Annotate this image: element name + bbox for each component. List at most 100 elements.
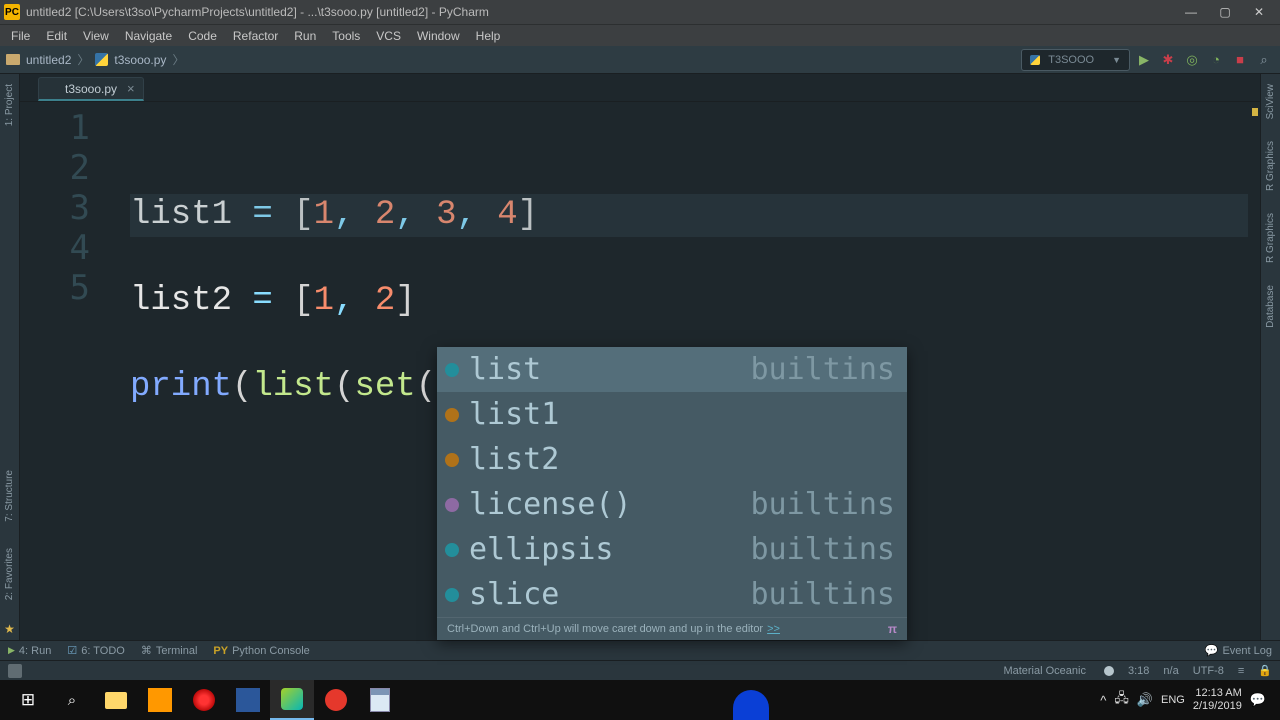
- window-title: untitled2 [C:\Users\t3so\PycharmProjects…: [26, 5, 1174, 19]
- completion-item[interactable]: ellipsis builtins: [437, 527, 907, 572]
- right-tool-strip: SciView R Graphics R Graphics Database: [1260, 74, 1280, 640]
- app-icon: PC: [4, 4, 20, 20]
- function-icon: [445, 498, 459, 512]
- taskbar-sublime[interactable]: [138, 680, 182, 720]
- line-number: 3: [20, 188, 90, 228]
- close-tab-icon[interactable]: ×: [127, 81, 135, 96]
- menu-edit[interactable]: Edit: [39, 27, 74, 45]
- warning-mark[interactable]: [1252, 108, 1258, 116]
- pi-icon[interactable]: π: [888, 622, 897, 636]
- system-tray[interactable]: ^ 🖧 🔊 ENG 12:13 AM 2/19/2019 💬: [1100, 687, 1274, 713]
- completion-item[interactable]: license() builtins: [437, 482, 907, 527]
- search-everywhere-button[interactable]: ⌕: [1254, 50, 1274, 70]
- taskbar-opera[interactable]: [182, 680, 226, 720]
- status-theme[interactable]: Material Oceanic: [1003, 665, 1086, 677]
- class-icon: [445, 588, 459, 602]
- breadcrumb-project[interactable]: untitled2: [26, 53, 71, 67]
- status-caret-pos[interactable]: 3:18: [1128, 665, 1149, 677]
- hint-link[interactable]: >>: [767, 623, 780, 635]
- status-encoding[interactable]: UTF-8: [1193, 665, 1224, 677]
- tray-chevron-icon[interactable]: ^: [1100, 693, 1106, 708]
- tool-project[interactable]: 1: Project: [4, 80, 15, 130]
- python-icon: [1030, 55, 1040, 65]
- breadcrumb-file[interactable]: t3sooo.py: [114, 53, 166, 67]
- tray-clock[interactable]: 12:13 AM 2/19/2019: [1193, 687, 1242, 713]
- window-titlebar: PC untitled2 [C:\Users\t3so\PycharmProje…: [0, 0, 1280, 24]
- line-number: 5: [20, 268, 90, 308]
- stop-button[interactable]: ■: [1230, 50, 1250, 70]
- taskbar-word[interactable]: [226, 680, 270, 720]
- taskbar-recorder[interactable]: [314, 680, 358, 720]
- tray-notifications-icon[interactable]: 💬: [1250, 692, 1266, 708]
- tool-database[interactable]: Database: [1265, 281, 1276, 332]
- taskbar-file-explorer[interactable]: [94, 680, 138, 720]
- autocomplete-popup[interactable]: list builtins list1 list2 license() buil…: [437, 347, 907, 640]
- menu-window[interactable]: Window: [410, 27, 467, 45]
- tray-language[interactable]: ENG: [1161, 694, 1185, 706]
- minimize-button[interactable]: —: [1174, 0, 1208, 24]
- taskbar-pycharm[interactable]: [270, 680, 314, 720]
- readonly-lock-icon[interactable]: 🔒: [1258, 664, 1272, 677]
- variable-icon: [445, 453, 459, 467]
- tool-structure[interactable]: 7: Structure: [4, 466, 15, 526]
- tool-windows-icon[interactable]: [8, 664, 22, 678]
- tool-sciview[interactable]: SciView: [1265, 80, 1276, 123]
- breadcrumb: untitled2 〉 t3sooo.py 〉: [6, 51, 184, 68]
- profile-button[interactable]: ◔: [1206, 50, 1226, 70]
- line-number: 2: [20, 148, 90, 188]
- menu-code[interactable]: Code: [181, 27, 224, 45]
- error-stripe[interactable]: [1248, 102, 1260, 640]
- editor-tabs: t3sooo.py ×: [20, 74, 1260, 102]
- tool-rgraphics2[interactable]: R Graphics: [1265, 209, 1276, 267]
- completion-item[interactable]: list1: [437, 392, 907, 437]
- star-icon: ★: [4, 622, 15, 636]
- line-gutter: 1 2 3 4 5: [20, 102, 130, 640]
- line-number: 4: [20, 228, 90, 268]
- chevron-down-icon: ▼: [1112, 55, 1121, 65]
- search-button[interactable]: ⌕: [50, 680, 94, 720]
- completion-item[interactable]: slice builtins: [437, 572, 907, 617]
- taskbar-notepad[interactable]: [358, 680, 402, 720]
- menu-tools[interactable]: Tools: [325, 27, 367, 45]
- tool-run[interactable]: ▶4: Run: [8, 645, 51, 657]
- menu-run[interactable]: Run: [287, 27, 323, 45]
- menu-navigate[interactable]: Navigate: [118, 27, 179, 45]
- line-number: 1: [20, 108, 90, 148]
- python-file-icon: [47, 83, 59, 95]
- tool-favorites[interactable]: 2: Favorites: [4, 544, 15, 604]
- tray-network-icon[interactable]: 🖧: [1114, 689, 1129, 711]
- nav-toolbar: untitled2 〉 t3sooo.py 〉 T3SOOO ▼ ▶ ✱ ◎ ◔…: [0, 46, 1280, 74]
- menu-vcs[interactable]: VCS: [369, 27, 408, 45]
- debug-button[interactable]: ✱: [1158, 50, 1178, 70]
- code-editor[interactable]: 1 2 3 4 5 list1 = [1, 2, 3, 4] list2 = […: [20, 102, 1260, 640]
- status-context: n/a: [1163, 665, 1178, 677]
- menu-view[interactable]: View: [76, 27, 116, 45]
- tool-python-console[interactable]: PYPython Console: [213, 645, 309, 657]
- menu-bar: File Edit View Navigate Code Refactor Ru…: [0, 24, 1280, 46]
- maximize-button[interactable]: ▢: [1208, 0, 1242, 24]
- completion-item[interactable]: list2: [437, 437, 907, 482]
- tool-rgraphics[interactable]: R Graphics: [1265, 137, 1276, 195]
- menu-file[interactable]: File: [4, 27, 37, 45]
- completion-item[interactable]: list builtins: [437, 347, 907, 392]
- event-log-button[interactable]: 💬Event Log: [1205, 644, 1272, 657]
- tray-volume-icon[interactable]: 🔊: [1137, 692, 1153, 708]
- status-bar: Material Oceanic 3:18 n/a UTF-8 ≡ 🔒: [0, 660, 1280, 680]
- theme-dot-icon: [1104, 666, 1114, 676]
- start-button[interactable]: ⊞: [6, 680, 50, 720]
- menu-refactor[interactable]: Refactor: [226, 27, 285, 45]
- editor-tab-active[interactable]: t3sooo.py ×: [38, 77, 144, 101]
- cursor-blob: [729, 680, 773, 720]
- tool-terminal[interactable]: ⌘Terminal: [141, 644, 198, 657]
- tool-todo[interactable]: ☑6: TODO: [67, 644, 124, 657]
- windows-taskbar: ⊞ ⌕ ^ 🖧 🔊 ENG 12:13 AM 2/19/2019 💬: [0, 680, 1280, 720]
- class-icon: [445, 543, 459, 557]
- run-button[interactable]: ▶: [1134, 50, 1154, 70]
- bottom-toolbar: ▶4: Run ☑6: TODO ⌘Terminal PYPython Cons…: [0, 640, 1280, 660]
- class-icon: [445, 363, 459, 377]
- run-config-name: T3SOOO: [1048, 54, 1094, 66]
- close-button[interactable]: ✕: [1242, 0, 1276, 24]
- coverage-button[interactable]: ◎: [1182, 50, 1202, 70]
- run-config-dropdown[interactable]: T3SOOO ▼: [1021, 49, 1130, 71]
- menu-help[interactable]: Help: [469, 27, 508, 45]
